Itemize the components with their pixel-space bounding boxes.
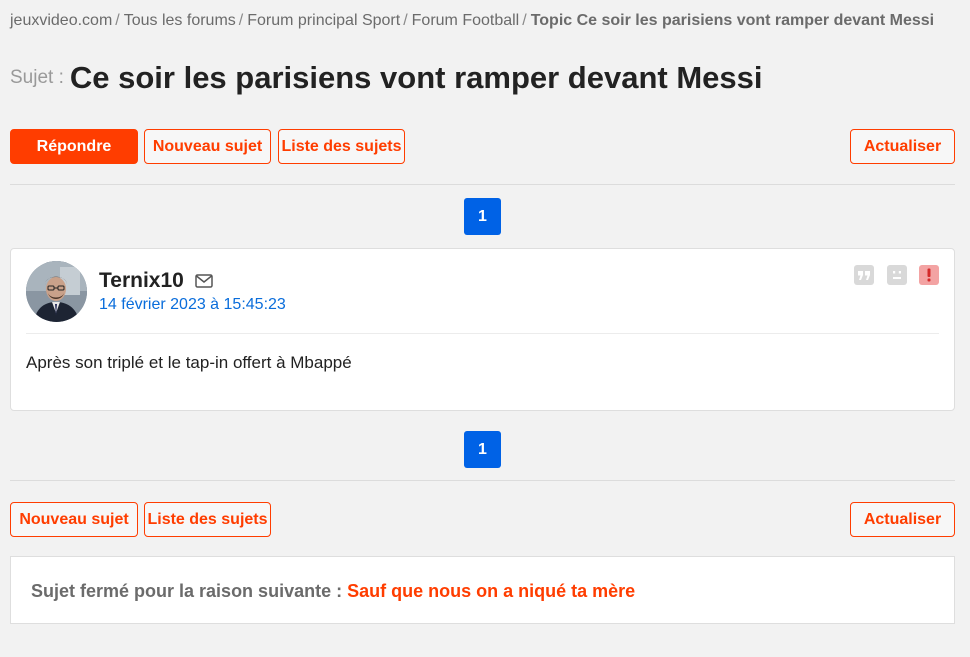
- sad-face-icon[interactable]: [887, 265, 907, 285]
- forum-post: Ternix10 14 février 2023 à 15:45:23 Aprè…: [10, 248, 955, 411]
- breadcrumb-link-all-forums[interactable]: Tous les forums: [124, 12, 236, 29]
- breadcrumb-separator: /: [403, 12, 408, 29]
- closed-message: Sujet fermé pour la raison suivante : Sa…: [31, 581, 635, 602]
- quote-icon[interactable]: [854, 265, 874, 285]
- breadcrumb-link-football-forum[interactable]: Forum Football: [412, 12, 520, 29]
- breadcrumb-separator: /: [238, 12, 244, 29]
- divider: [10, 480, 955, 481]
- breadcrumb-link-sport-forum[interactable]: Forum principal Sport: [247, 12, 400, 29]
- breadcrumb-link-home[interactable]: jeuxvideo.com: [10, 12, 112, 29]
- page-title: Sujet : Ce soir les parisiens vont ramper…: [10, 60, 763, 96]
- avatar-image: [26, 261, 87, 322]
- pagination-page-button[interactable]: 1: [464, 198, 501, 235]
- avatar[interactable]: [26, 261, 87, 322]
- breadcrumb-separator: /: [115, 12, 120, 29]
- closed-label: Sujet fermé pour la raison suivante :: [31, 581, 343, 601]
- topic-closed-notice: Sujet fermé pour la raison suivante : Sa…: [10, 556, 955, 624]
- breadcrumb-separator: /: [522, 12, 527, 29]
- divider: [10, 184, 955, 185]
- report-icon[interactable]: [919, 265, 939, 285]
- reply-button[interactable]: Répondre: [10, 129, 138, 164]
- topic-title: Ce soir les parisiens vont ramper devant…: [69, 60, 763, 95]
- breadcrumb: jeuxvideo.com / Tous les forums / Forum prin…: [10, 12, 934, 30]
- refresh-button-bottom[interactable]: Actualiser: [850, 502, 955, 537]
- pagination-page-button[interactable]: 1: [464, 431, 501, 468]
- topic-list-button-bottom[interactable]: Liste des sujets: [144, 502, 271, 537]
- new-topic-button[interactable]: Nouveau sujet: [144, 129, 271, 164]
- post-content: Après son triplé et le tap-in offert à M…: [26, 353, 352, 372]
- topic-list-button[interactable]: Liste des sujets: [278, 129, 405, 164]
- mail-icon[interactable]: [195, 274, 213, 293]
- breadcrumb-current: Topic Ce soir les parisiens vont ramper …: [530, 12, 935, 29]
- post-author[interactable]: Ternix10: [99, 269, 184, 293]
- new-topic-button-bottom[interactable]: Nouveau sujet: [10, 502, 138, 537]
- refresh-button[interactable]: Actualiser: [850, 129, 955, 164]
- closed-reason: Sauf que nous on a niqué ta mère: [347, 581, 636, 601]
- title-prefix: Sujet :: [10, 67, 64, 88]
- post-divider: [26, 333, 939, 334]
- post-date-link[interactable]: 14 février 2023 à 15:45:23: [99, 296, 286, 314]
